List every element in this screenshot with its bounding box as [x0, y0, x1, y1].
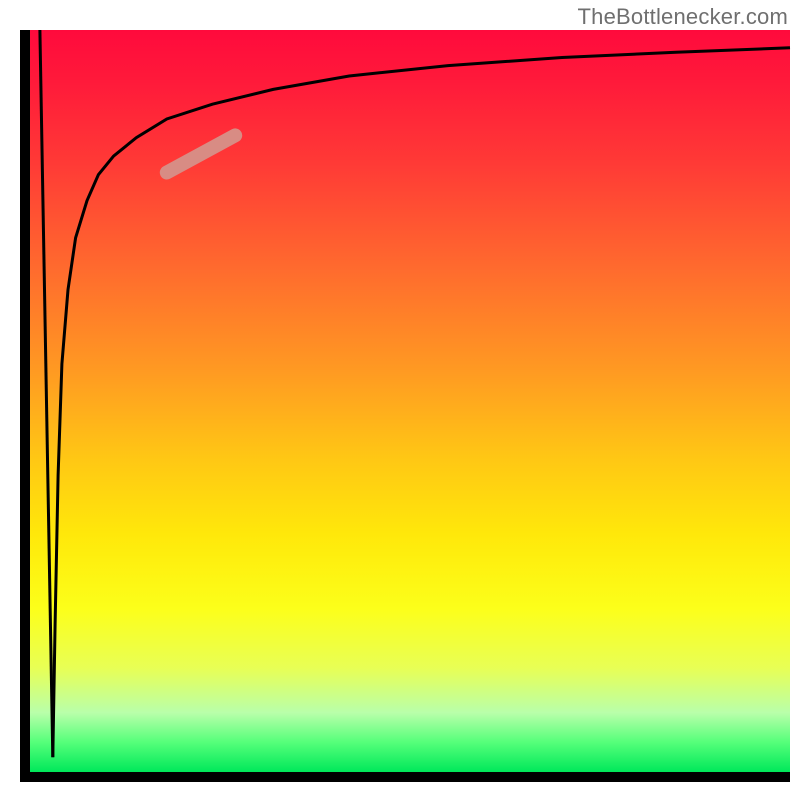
- curve-layer: [30, 30, 790, 772]
- plot-area: [20, 30, 790, 782]
- highlight-segment: [167, 135, 235, 172]
- chart-stage: TheBottlenecker.com: [0, 0, 800, 800]
- bottleneck-curve-line: [53, 48, 790, 757]
- watermark-text: TheBottlenecker.com: [578, 4, 788, 30]
- x-axis-bar: [20, 772, 790, 782]
- y-axis-bar: [20, 30, 30, 782]
- initial-drop-line: [40, 30, 53, 757]
